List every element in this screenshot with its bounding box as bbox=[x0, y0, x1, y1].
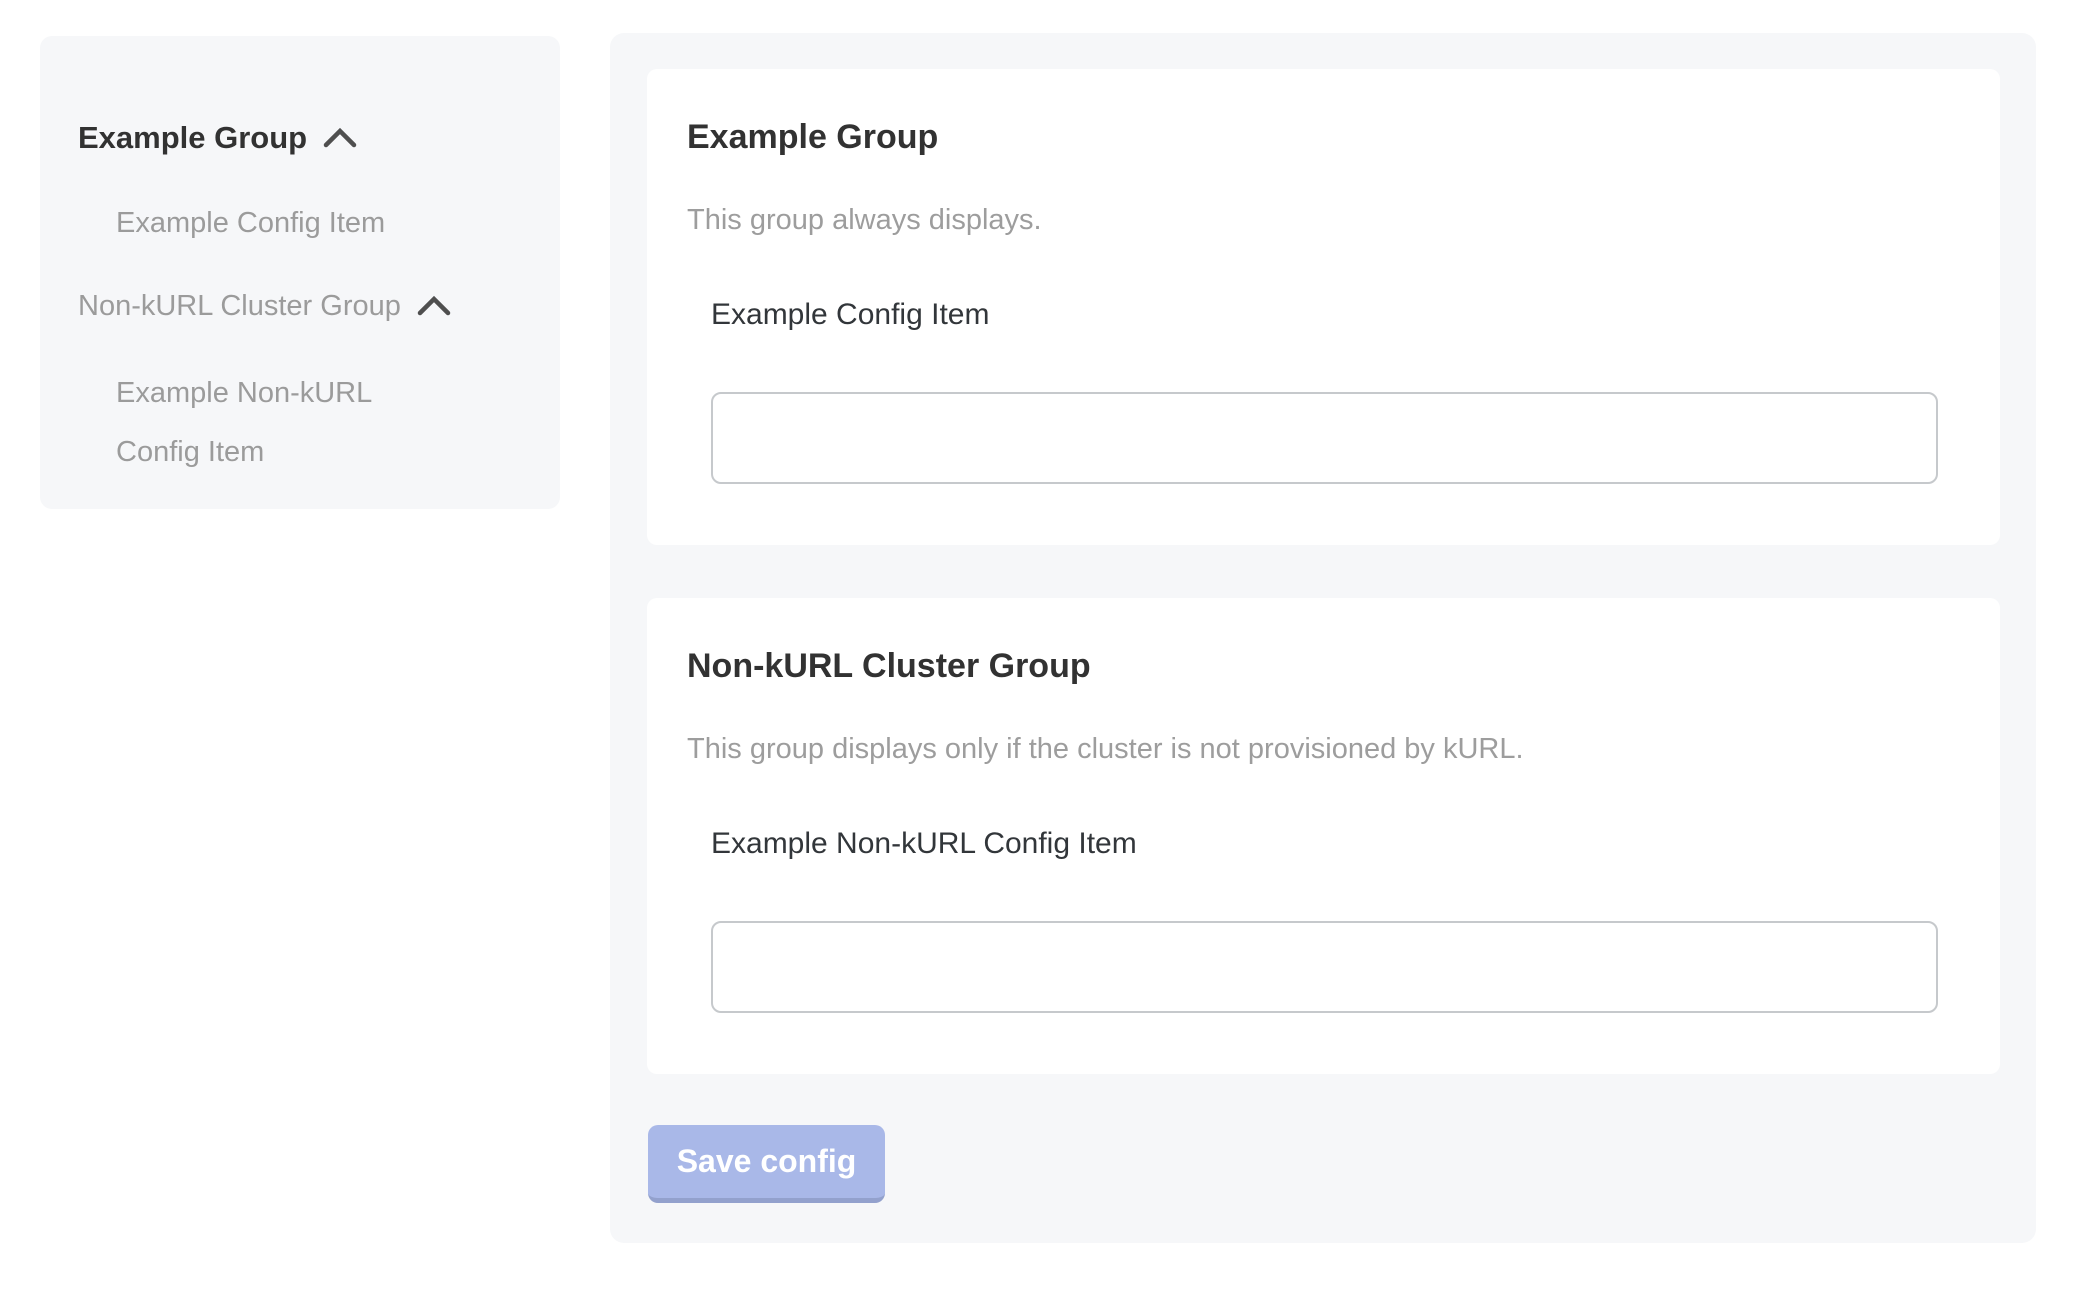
config-group-card-example-group: Example Group This group always displays… bbox=[647, 69, 2000, 545]
save-config-button[interactable]: Save config bbox=[648, 1125, 885, 1203]
group-description: This group displays only if the cluster … bbox=[687, 732, 1524, 766]
sidebar-item-example-config-item[interactable]: Example Config Item bbox=[116, 194, 385, 253]
config-panel: Example Group This group always displays… bbox=[610, 33, 2036, 1243]
config-group-card-non-kurl-cluster-group: Non-kURL Cluster Group This group displa… bbox=[647, 598, 2000, 1074]
sidebar-group-label: Non-kURL Cluster Group bbox=[78, 288, 401, 324]
chevron-up-icon[interactable] bbox=[417, 295, 451, 317]
group-description: This group always displays. bbox=[687, 203, 1042, 237]
example-config-item-input[interactable] bbox=[711, 392, 1938, 484]
sidebar-group-label: Example Group bbox=[78, 120, 307, 156]
sidebar-item-example-non-kurl-config-item[interactable]: Example Non-kURL Config Item bbox=[116, 364, 428, 482]
sidebar-group-example-group[interactable]: Example Group bbox=[78, 120, 357, 156]
config-item-label: Example Config Item bbox=[711, 297, 989, 333]
group-title: Example Group bbox=[687, 117, 938, 157]
sidebar-group-non-kurl-cluster-group[interactable]: Non-kURL Cluster Group bbox=[78, 288, 451, 324]
example-non-kurl-config-item-input[interactable] bbox=[711, 921, 1938, 1013]
config-sidebar: Example Group Example Config Item Non-kU… bbox=[40, 36, 560, 509]
chevron-up-icon[interactable] bbox=[323, 127, 357, 149]
config-item-label: Example Non-kURL Config Item bbox=[711, 826, 1137, 862]
group-title: Non-kURL Cluster Group bbox=[687, 646, 1091, 686]
